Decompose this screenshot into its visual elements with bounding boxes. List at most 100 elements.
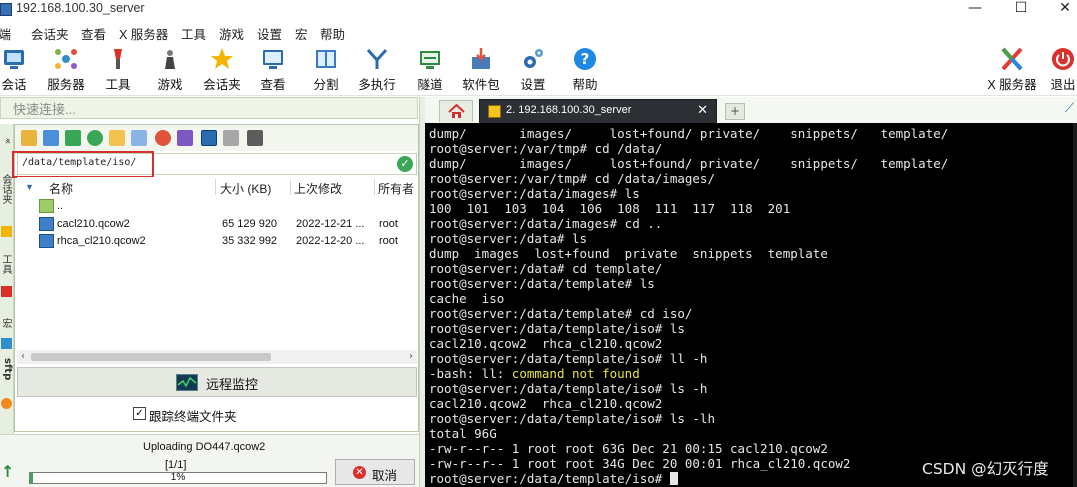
sessions-side-tab[interactable]: « (0, 138, 13, 144)
maximize-button[interactable]: ☐ (1001, 0, 1041, 20)
packages-label: 软件包 (462, 78, 500, 92)
x-server-icon (1001, 47, 1023, 71)
quick-connect-input[interactable]: 快速连接... (0, 97, 418, 119)
multiexec-icon (366, 48, 388, 69)
games-icon (165, 50, 175, 69)
terminal-line: root@server:/data# ls (429, 231, 588, 246)
sessions-folder-side-tab[interactable]: 会话夹 (0, 174, 13, 204)
session-label: 会话 (1, 78, 27, 92)
file-modified: 2022-12-20 ... (296, 235, 365, 247)
file-row[interactable]: rhca_cl210.qcow2 35 332 992 2022-12-20 .… (17, 234, 417, 251)
svg-text:?: ? (581, 50, 590, 68)
file-row-parent[interactable]: .. (17, 199, 417, 216)
menu-sessions[interactable]: 会话夹 (31, 24, 69, 43)
menu-settings[interactable]: 设置 (257, 24, 282, 43)
session-button[interactable]: 会话 (0, 44, 41, 94)
horizontal-scrollbar[interactable]: ‹ › (17, 350, 417, 364)
terminal-open-icon[interactable] (247, 130, 263, 146)
new-file-icon[interactable] (131, 130, 147, 146)
sessions-folder-button[interactable]: 会话夹 (195, 44, 249, 94)
column-modified[interactable]: 上次修改 (294, 180, 342, 197)
path-input[interactable]: /data/template/iso/ ✓ (12, 151, 417, 178)
tunnel-button[interactable]: 隧道 (403, 44, 457, 94)
terminal-prompt-line: root@server:/data/template/iso# (429, 471, 678, 486)
macros-side-tab[interactable]: 宏 (0, 318, 13, 328)
power-icon (1052, 48, 1074, 70)
games-label: 游戏 (157, 78, 183, 92)
terminal-line: root@server:/data# cd template/ (429, 261, 663, 276)
tab-server-session[interactable]: 2. 192.168.100.30_server ✕ (479, 99, 717, 123)
transfer-status: Uploading DO447.qcow2 [1/1] 1% ✕ 取消 (0, 434, 419, 487)
terminal-line: cache iso (429, 291, 505, 306)
close-tab-icon[interactable]: ✕ (697, 103, 708, 118)
menu-games[interactable]: 游戏 (219, 24, 244, 43)
split-icon (316, 50, 336, 68)
path-text: /data/template/iso/ (22, 157, 137, 168)
tools-side-tab[interactable]: 工具 (0, 254, 13, 274)
terminal-scrollbar[interactable] (1073, 123, 1077, 487)
column-divider (374, 179, 375, 195)
menu-x-server[interactable]: X 服务器 (119, 24, 168, 43)
delete-icon[interactable] (155, 130, 171, 146)
file-name: .. (57, 200, 64, 212)
column-owner[interactable]: 所有者 (378, 180, 414, 197)
follow-terminal-folder[interactable]: ✓ 跟踪终端文件夹 (17, 403, 417, 425)
cancel-label: 取消 (372, 469, 398, 483)
properties-icon[interactable] (201, 130, 217, 146)
column-name[interactable]: 名称 (49, 180, 73, 197)
file-owner: root (379, 218, 398, 230)
refresh-icon[interactable] (87, 130, 103, 146)
scroll-right-icon[interactable]: › (405, 350, 417, 364)
multiexec-button[interactable]: 多执行 (350, 44, 404, 94)
terminal-output[interactable]: dump/ images/ lost+found/ private/ snipp… (425, 123, 1077, 487)
terminal-line: 100 101 103 104 106 108 111 117 118 201 (429, 201, 791, 216)
tools-button[interactable]: 工具 (91, 44, 145, 94)
menu-view[interactable]: 查看 (81, 24, 106, 43)
minimize-button[interactable]: — (955, 0, 995, 20)
games-button[interactable]: 游戏 (143, 44, 197, 94)
split-button[interactable]: 分割 (299, 44, 353, 94)
attachment-icon[interactable]: ⟋ (1065, 101, 1075, 119)
remote-monitoring-button[interactable]: 远程监控 (17, 367, 417, 397)
servers-button[interactable]: 服务器 (39, 44, 93, 94)
cancel-upload-button[interactable]: ✕ 取消 (335, 459, 415, 485)
file-owner: root (379, 235, 398, 247)
column-size[interactable]: 大小 (KB) (220, 180, 271, 197)
new-tab-button[interactable]: + (725, 103, 745, 120)
terminal-line: root@server:/data/template# ls (429, 276, 655, 291)
monitor-graph-icon (176, 374, 198, 391)
path-ok-icon[interactable]: ✓ (397, 156, 413, 172)
settings-button[interactable]: 设置 (506, 44, 560, 94)
close-window-button[interactable]: ✕ (1045, 0, 1077, 20)
home-tab[interactable] (439, 100, 473, 122)
view-button[interactable]: 查看 (246, 44, 300, 94)
tab-label: 2. 192.168.100.30_server (506, 104, 632, 116)
menu-macros[interactable]: 宏 (295, 24, 308, 43)
quick-connect-placeholder: 快速连接... (13, 102, 76, 117)
sftp-side-tab[interactable]: sftp (0, 358, 13, 380)
view-label: 查看 (260, 78, 286, 92)
exit-button[interactable]: 退出 (1036, 44, 1077, 94)
permissions-icon[interactable] (223, 130, 239, 146)
help-button[interactable]: ? 帮助 (558, 44, 612, 94)
multiexec-label: 多执行 (358, 78, 396, 92)
scrollbar-thumb[interactable] (31, 353, 271, 361)
download-icon[interactable] (43, 130, 59, 146)
terminal-tab-icon (488, 105, 501, 118)
scroll-left-icon[interactable]: ‹ (17, 350, 29, 364)
new-folder-icon[interactable] (109, 130, 125, 146)
view-icon (263, 50, 283, 69)
rename-icon[interactable] (177, 130, 193, 146)
x-server-button[interactable]: X 服务器 (985, 44, 1039, 94)
file-row[interactable]: cacl210.qcow2 65 129 920 2022-12-21 ... … (17, 217, 417, 234)
follow-terminal-checkbox[interactable]: ✓ (133, 407, 146, 420)
upload-progress-bar: 1% (29, 472, 327, 484)
parent-folder-icon[interactable] (21, 130, 37, 146)
menu-help[interactable]: 帮助 (320, 24, 345, 43)
upload-icon[interactable] (65, 130, 81, 146)
sftp-side-icon (1, 398, 12, 409)
menu-tools[interactable]: 工具 (181, 24, 206, 43)
menu-terminal[interactable]: 终端 (0, 24, 11, 43)
packages-button[interactable]: 软件包 (454, 44, 508, 94)
upload-count: [1/1] (165, 459, 187, 471)
